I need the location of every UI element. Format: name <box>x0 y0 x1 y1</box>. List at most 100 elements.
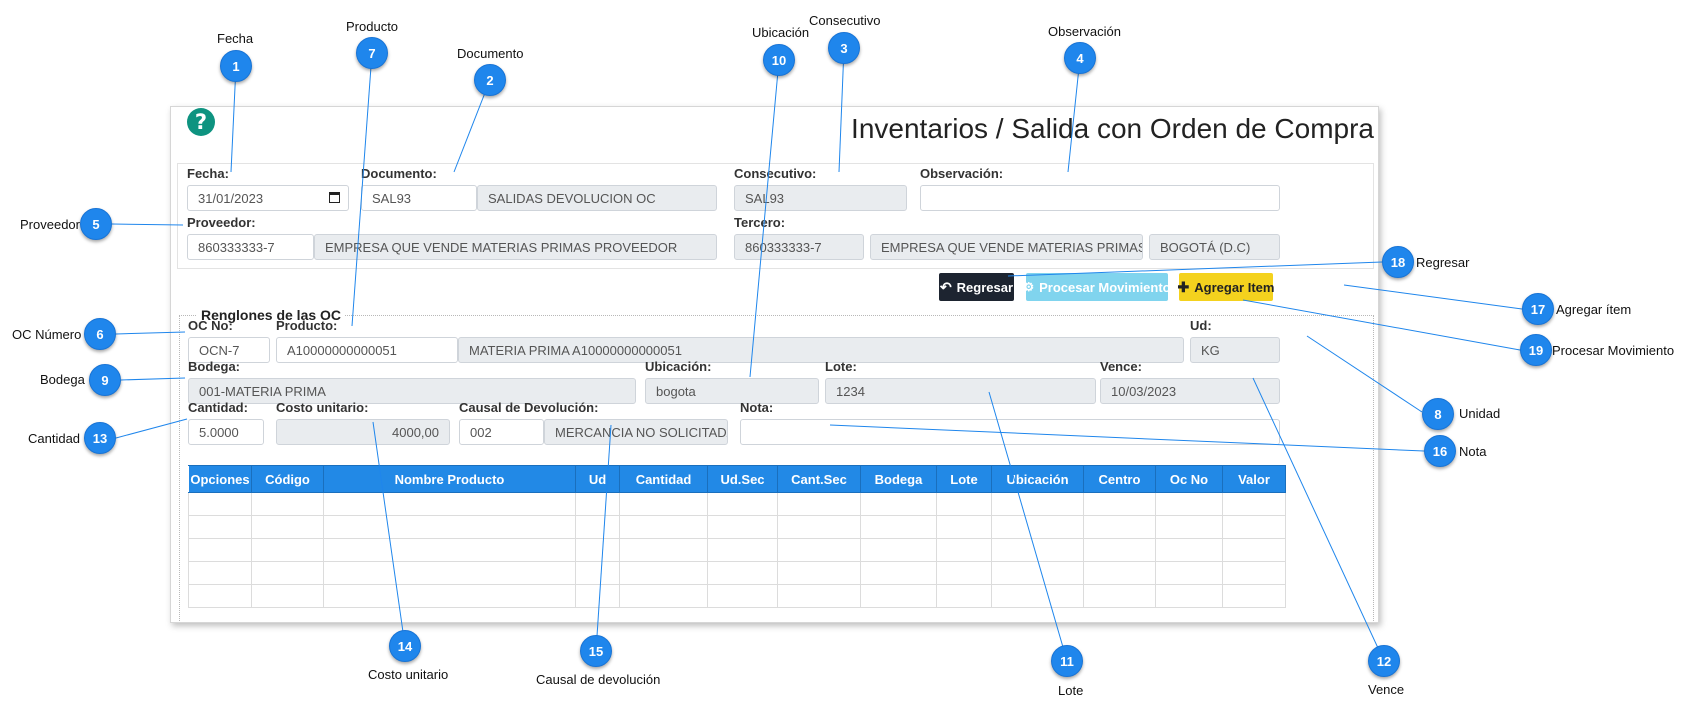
callout-label-agregar-item: Agregar ítem <box>1556 302 1632 317</box>
table-cell <box>860 515 937 539</box>
callout-badge-5: 5 <box>80 208 112 240</box>
callout-label-causal-devolucion: Causal de devolución <box>536 672 661 687</box>
column-header-ud[interactable]: Ud <box>575 465 620 493</box>
page-title: Inventarios / Salida con Orden de Compra <box>851 113 1374 144</box>
table-cell <box>575 538 620 562</box>
proveedor-name-field: EMPRESA QUE VENDE MATERIAS PRIMAS PROVEE… <box>314 234 717 260</box>
table-cell <box>1083 538 1156 562</box>
callout-label-regresar: Regresar <box>1416 255 1470 270</box>
table-cell <box>1222 538 1286 562</box>
procesar-movimiento-button[interactable]: ⚙ Procesar Movimiento <box>1023 273 1171 301</box>
column-header-oc-no[interactable]: Oc No <box>1155 465 1223 493</box>
table-cell <box>619 561 708 585</box>
table-cell <box>323 561 576 585</box>
table-cell <box>936 515 992 539</box>
table-cell <box>991 561 1084 585</box>
table-row[interactable] <box>188 538 1286 562</box>
callout-label-procesar-movimiento: Procesar Movimiento <box>1552 343 1675 358</box>
callout-label-unidad: Unidad <box>1459 406 1501 421</box>
table-cell <box>619 584 708 608</box>
column-header-lote[interactable]: Lote <box>936 465 992 493</box>
documento-code-input[interactable]: SAL93 <box>361 185 477 211</box>
column-header-cant-sec[interactable]: Cant.Sec <box>777 465 861 493</box>
table-cell <box>1222 584 1286 608</box>
table-cell <box>1083 492 1156 516</box>
table-cell <box>777 492 861 516</box>
table-cell <box>1222 561 1286 585</box>
callout-label-documento: Documento <box>457 46 524 61</box>
callout-badge-17: 17 <box>1522 293 1554 325</box>
causal-name-field: MERCANCIA NO SOLICITADA. <box>544 419 728 445</box>
table-cell <box>188 561 252 585</box>
table-cell <box>777 561 861 585</box>
producto-code-input[interactable]: A10000000000051 <box>276 337 458 363</box>
callout-label-ubicacion: Ubicación <box>752 25 810 40</box>
table-cell <box>936 561 992 585</box>
regresar-button[interactable]: ↶ Regresar <box>939 273 1014 301</box>
callout-badge-18: 18 <box>1382 246 1414 278</box>
column-header-valor[interactable]: Valor <box>1222 465 1286 493</box>
ud-field: KG <box>1190 337 1280 363</box>
callout-label-nota: Nota <box>1459 444 1487 459</box>
causal-code-input[interactable]: 002 <box>459 419 544 445</box>
column-header-codigo[interactable]: Código <box>251 465 324 493</box>
vence-field: 10/03/2023 <box>1100 378 1280 404</box>
items-table: Opciones Código Nombre Producto Ud Canti… <box>188 465 1286 608</box>
help-icon[interactable]: ? <box>187 108 215 136</box>
cantidad-input[interactable]: 5.0000 <box>188 419 264 445</box>
column-header-opciones[interactable]: Opciones <box>188 465 252 493</box>
table-cell <box>251 584 324 608</box>
table-cell <box>188 538 252 562</box>
causal-devolucion-label: Causal de Devolución: <box>459 400 599 415</box>
costo-unitario-label: Costo unitario: <box>276 400 369 415</box>
callout-badge-10: 10 <box>763 44 795 76</box>
proveedor-nit-input[interactable]: 860333333-7 <box>187 234 314 260</box>
agregar-item-button[interactable]: ✚ Agregar Item <box>1178 273 1274 301</box>
column-header-cantidad[interactable]: Cantidad <box>619 465 708 493</box>
tercero-nit-field: 860333333-7 <box>734 234 864 260</box>
column-header-nombre-producto[interactable]: Nombre Producto <box>323 465 576 493</box>
column-header-centro[interactable]: Centro <box>1083 465 1156 493</box>
table-cell <box>575 515 620 539</box>
fecha-label: Fecha: <box>187 166 229 181</box>
documento-name-field: SALIDAS DEVOLUCION OC <box>477 185 717 211</box>
observacion-input[interactable] <box>920 185 1280 211</box>
table-cell <box>1155 492 1223 516</box>
observacion-label: Observación: <box>920 166 1004 181</box>
inventory-form-window: ? Inventarios / Salida con Orden de Comp… <box>170 106 1379 623</box>
producto-name-field: MATERIA PRIMA A10000000000051 <box>458 337 1184 363</box>
table-row[interactable] <box>188 584 1286 608</box>
lote-field[interactable]: 1234 <box>825 378 1096 404</box>
column-header-ubicacion[interactable]: Ubicación <box>991 465 1084 493</box>
table-row[interactable] <box>188 515 1286 539</box>
calendar-icon[interactable] <box>329 192 340 203</box>
table-row[interactable] <box>188 492 1286 516</box>
ubicacion-field[interactable]: bogota <box>645 378 819 404</box>
oc-label: OC No: <box>188 318 233 333</box>
table-row[interactable] <box>188 561 1286 585</box>
column-header-bodega[interactable]: Bodega <box>860 465 937 493</box>
table-cell <box>575 584 620 608</box>
table-cell <box>1155 561 1223 585</box>
nota-input[interactable] <box>740 419 1280 445</box>
table-cell <box>323 538 576 562</box>
documento-label: Documento: <box>361 166 437 181</box>
table-cell <box>1222 492 1286 516</box>
column-header-ud-sec[interactable]: Ud.Sec <box>707 465 778 493</box>
table-cell <box>1222 515 1286 539</box>
proveedor-label: Proveedor: <box>187 215 256 230</box>
fecha-input[interactable]: 31/01/2023 <box>187 185 349 211</box>
table-cell <box>1155 584 1223 608</box>
callout-badge-16: 16 <box>1424 435 1456 467</box>
ud-label: Ud: <box>1190 318 1212 333</box>
table-cell <box>188 515 252 539</box>
callout-badge-15: 15 <box>580 635 612 667</box>
callout-badge-8: 8 <box>1422 398 1454 430</box>
table-cell <box>1083 515 1156 539</box>
table-cell <box>251 492 324 516</box>
table-cell <box>251 538 324 562</box>
table-cell <box>936 538 992 562</box>
table-cell <box>619 492 708 516</box>
vence-label: Vence: <box>1100 359 1142 374</box>
table-cell <box>575 492 620 516</box>
